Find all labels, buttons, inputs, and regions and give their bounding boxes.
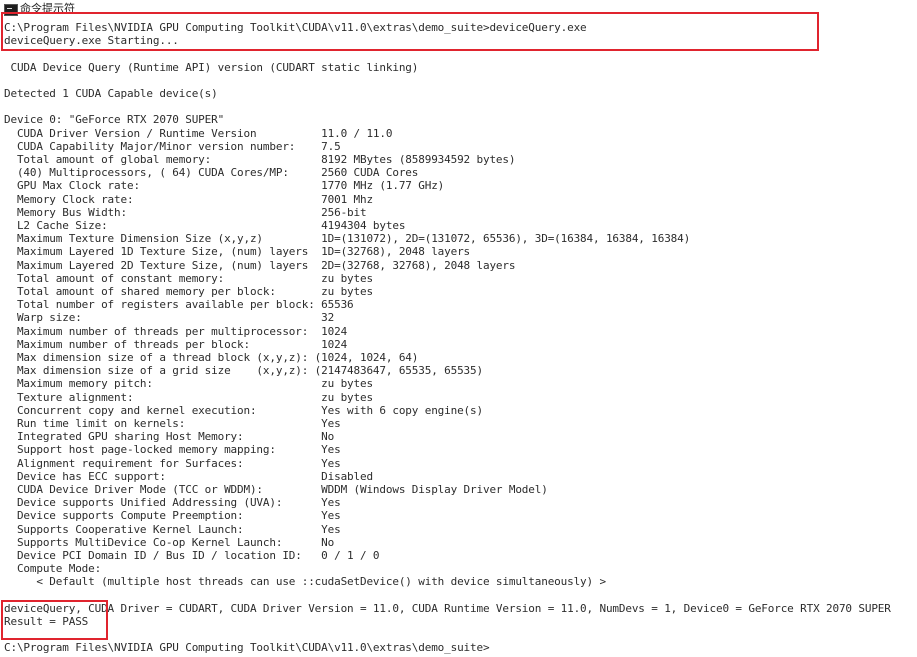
- console-line: Total amount of global memory: 8192 MByt…: [4, 153, 516, 166]
- console-line: Texture alignment: zu bytes: [4, 390, 373, 404]
- console-line: L2 Cache Size: 4194304 bytes: [4, 219, 406, 232]
- console-line: Maximum Layered 2D Texture Size, (num) l…: [4, 258, 516, 272]
- console-line: Device has ECC support: Disabled: [4, 469, 373, 483]
- console-line: CUDA Driver Version / Runtime Version 11…: [4, 126, 393, 140]
- console-line: Maximum number of threads per block: 102…: [4, 337, 348, 351]
- console-line: Total amount of shared memory per block:…: [4, 285, 373, 298]
- console-line: Device PCI Domain ID / Bus ID / location…: [4, 549, 380, 562]
- console-line: Device 0: "GeForce RTX 2070 SUPER": [4, 113, 225, 127]
- console-line: Maximum memory pitch: zu bytes: [4, 377, 373, 391]
- console-line: Memory Clock rate: 7001 Mhz: [4, 192, 373, 206]
- console-line: Device supports Unified Addressing (UVA)…: [4, 496, 341, 510]
- console-line: C:\Program Files\NVIDIA GPU Computing To…: [4, 641, 490, 655]
- console-line: Maximum Texture Dimension Size (x,y,z) 1…: [4, 232, 691, 246]
- console-line: Concurrent copy and kernel execution: Ye…: [4, 403, 483, 417]
- console-line: Supports Cooperative Kernel Launch: Yes: [4, 522, 341, 536]
- console-line: Device supports Compute Preemption: Yes: [4, 509, 341, 523]
- console-line: Maximum Layered 1D Texture Size, (num) l…: [4, 245, 471, 259]
- console-line: Total amount of constant memory: zu byte…: [4, 271, 373, 285]
- console-line: CUDA Device Driver Mode (TCC or WDDM): W…: [4, 483, 548, 496]
- console-line: CUDA Device Query (Runtime API) version …: [4, 60, 419, 74]
- console-line: Memory Bus Width: 256-bit: [4, 205, 367, 219]
- console-line: Support host page-locked memory mapping:…: [4, 443, 341, 457]
- console-line: Total number of registers available per …: [4, 298, 354, 312]
- console-line: deviceQuery.exe Starting...: [4, 34, 179, 48]
- window-titlebar: 命令提示符: [0, 0, 917, 19]
- console-line: Warp size: 32: [4, 311, 335, 325]
- window-title: 命令提示符: [20, 2, 75, 15]
- console-line: Supports MultiDevice Co-op Kernel Launch…: [4, 535, 335, 549]
- console-line: Alignment requirement for Surfaces: Yes: [4, 456, 341, 470]
- console-line: GPU Max Clock rate: 1770 MHz (1.77 GHz): [4, 179, 445, 193]
- console-line: (40) Multiprocessors, ( 64) CUDA Cores/M…: [4, 166, 419, 180]
- console-line: Result = PASS: [4, 615, 89, 628]
- console-line: Compute Mode:: [4, 562, 102, 576]
- console-line: Integrated GPU sharing Host Memory: No: [4, 430, 335, 444]
- console-line: < Default (multiple host threads can use…: [4, 575, 606, 589]
- console-line: C:\Program Files\NVIDIA GPU Computing To…: [4, 21, 587, 34]
- console-line: Run time limit on kernels: Yes: [4, 417, 341, 430]
- console-line: Maximum number of threads per multiproce…: [4, 324, 348, 338]
- console-output[interactable]: C:\Program Files\NVIDIA GPU Computing To…: [0, 19, 917, 657]
- console-line: Detected 1 CUDA Capable device(s): [4, 87, 218, 100]
- console-line: CUDA Capability Major/Minor version numb…: [4, 139, 341, 153]
- console-line: Max dimension size of a thread block (x,…: [4, 351, 419, 364]
- console-line: Max dimension size of a grid size (x,y,z…: [4, 364, 483, 378]
- console-line: deviceQuery, CUDA Driver = CUDART, CUDA …: [4, 601, 891, 615]
- console-icon: [4, 4, 18, 16]
